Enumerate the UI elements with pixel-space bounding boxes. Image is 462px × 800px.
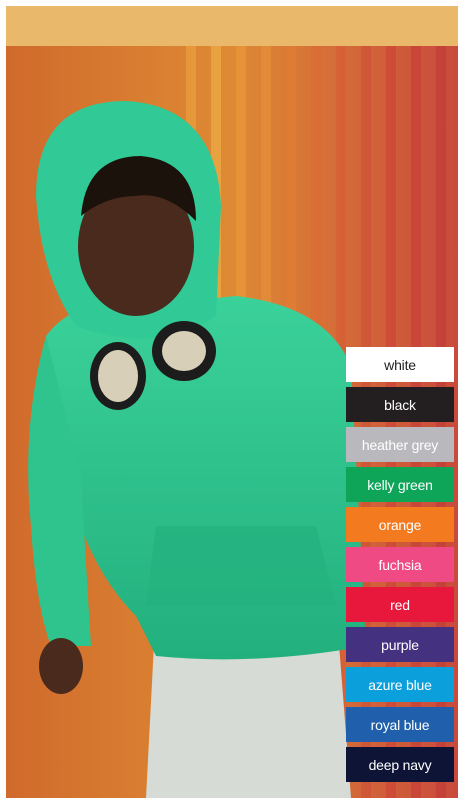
color-swatch-kelly-green[interactable]: kelly green <box>346 467 454 502</box>
color-swatch-black[interactable]: black <box>346 387 454 422</box>
color-swatch-deep-navy[interactable]: deep navy <box>346 747 454 782</box>
color-swatch-azure-blue[interactable]: azure blue <box>346 667 454 702</box>
color-swatch-white[interactable]: white <box>346 347 454 382</box>
color-swatch-heather-grey[interactable]: heather grey <box>346 427 454 462</box>
color-swatch-list: white black heather grey kelly green orange f… <box>346 347 454 782</box>
color-swatch-royal-blue[interactable]: royal blue <box>346 707 454 742</box>
color-swatch-red[interactable]: red <box>346 587 454 622</box>
color-swatch-purple[interactable]: purple <box>346 627 454 662</box>
color-swatch-fuchsia[interactable]: fuchsia <box>346 547 454 582</box>
color-swatch-orange[interactable]: orange <box>346 507 454 542</box>
